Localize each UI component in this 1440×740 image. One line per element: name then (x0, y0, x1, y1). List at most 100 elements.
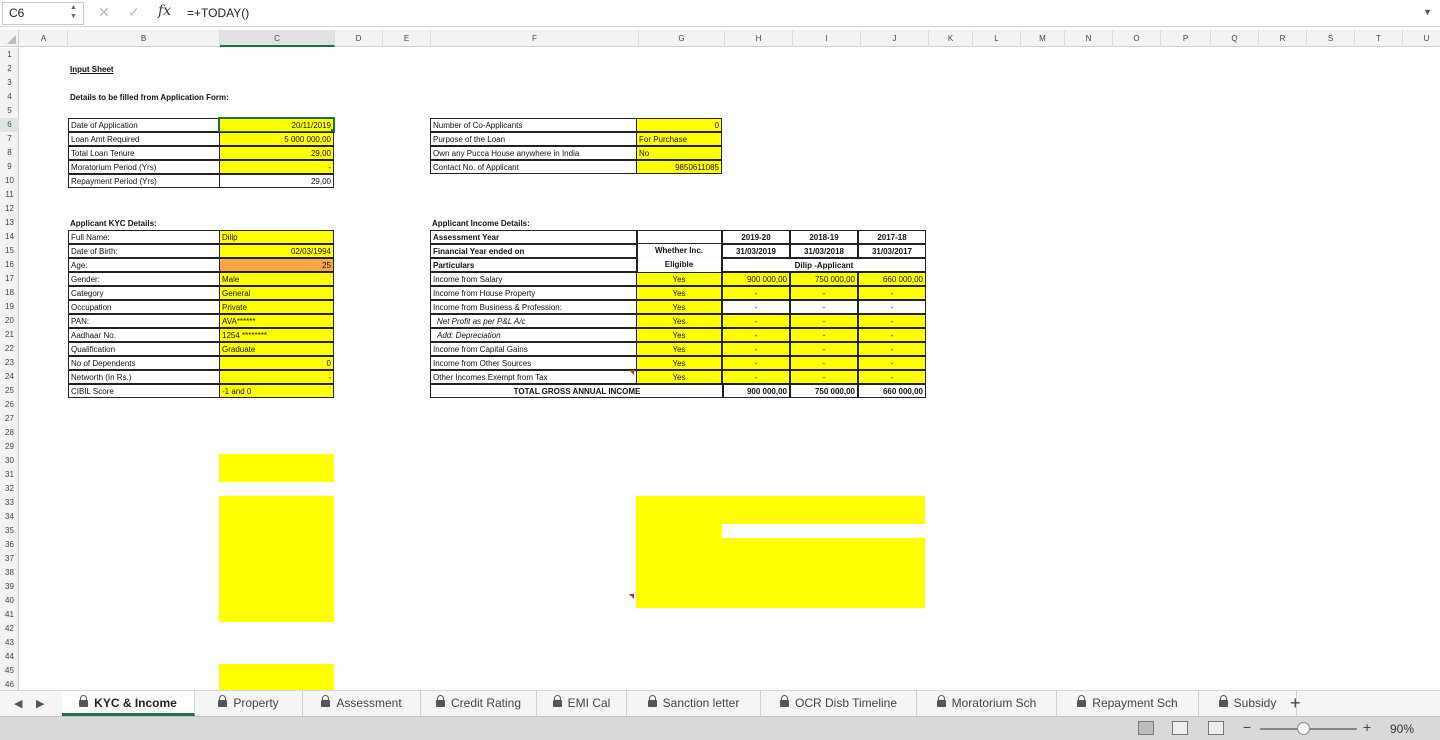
row-header-33[interactable]: 33 (0, 496, 19, 510)
row-header-1[interactable]: 1 (0, 48, 19, 62)
kyc-field-value[interactable]: 1254 ******** (219, 328, 334, 342)
row-header-18[interactable]: 18 (0, 286, 19, 300)
enter-icon[interactable]: ✓ (128, 4, 140, 21)
row-header-36[interactable]: 36 (0, 538, 19, 552)
row-header-25[interactable]: 25 (0, 384, 19, 398)
column-header-h[interactable]: H (725, 30, 793, 47)
sheet-tab[interactable]: Assessment (303, 691, 421, 716)
kyc-field-value[interactable]: AVA****** (219, 314, 334, 328)
page-break-view-icon[interactable] (1208, 721, 1224, 735)
income-value-cell[interactable]: - (858, 286, 926, 300)
row-header-22[interactable]: 22 (0, 342, 19, 356)
row-header-23[interactable]: 23 (0, 356, 19, 370)
column-header-b[interactable]: B (68, 30, 220, 47)
income-value-cell[interactable]: - (790, 314, 858, 328)
zoom-in-button[interactable]: + (1363, 719, 1371, 735)
kyc-field-value[interactable]: Male (219, 272, 334, 286)
row-header-45[interactable]: 45 (0, 664, 19, 678)
income-value-cell[interactable]: 900 000,00 (722, 272, 790, 286)
income-value-cell[interactable]: - (858, 356, 926, 370)
row-header-21[interactable]: 21 (0, 328, 19, 342)
row-header-2[interactable]: 2 (0, 62, 19, 76)
column-header-r[interactable]: R (1259, 30, 1307, 47)
date-of-application-cell[interactable]: 20/11/2019 (218, 117, 335, 133)
income-value-cell[interactable]: - (722, 370, 790, 384)
column-header-c[interactable]: C (220, 30, 335, 47)
sheet-tab[interactable]: Credit Rating (421, 691, 537, 716)
row-header-5[interactable]: 5 (0, 104, 19, 118)
row-header-44[interactable]: 44 (0, 650, 19, 664)
sheet-tab[interactable]: Sanction letter (627, 691, 761, 716)
column-header-j[interactable]: J (861, 30, 929, 47)
row-header-29[interactable]: 29 (0, 440, 19, 454)
sheet-tab[interactable]: Moratorium Sch (917, 691, 1057, 716)
row-header-15[interactable]: 15 (0, 244, 19, 258)
expand-formula-bar-icon[interactable]: ▼ (1423, 7, 1432, 17)
column-header-g[interactable]: G (639, 30, 725, 47)
prev-sheet-icon[interactable]: ◀ (14, 697, 22, 710)
income-value-cell[interactable]: - (722, 356, 790, 370)
column-header-a[interactable]: A (20, 30, 68, 47)
sheet-tab[interactable]: KYC & Income (62, 691, 195, 716)
row-header-31[interactable]: 31 (0, 468, 19, 482)
row-header-20[interactable]: 20 (0, 314, 19, 328)
row-header-35[interactable]: 35 (0, 524, 19, 538)
row-header-13[interactable]: 13 (0, 216, 19, 230)
income-value-cell[interactable]: 660 000,00 (858, 272, 926, 286)
co-applicant-value[interactable]: For Purchase (636, 132, 722, 146)
column-header-i[interactable]: I (793, 30, 861, 47)
income-eligible-cell[interactable]: Yes (636, 286, 722, 300)
income-value-cell[interactable]: - (858, 300, 926, 314)
income-value-cell[interactable]: - (790, 370, 858, 384)
income-value-cell[interactable]: - (790, 356, 858, 370)
kyc-field-value[interactable]: Graduate (219, 342, 334, 356)
income-eligible-cell[interactable]: Yes (636, 300, 722, 314)
kyc-field-value[interactable]: 25 (219, 258, 334, 272)
column-header-d[interactable]: D (335, 30, 383, 47)
column-header-s[interactable]: S (1307, 30, 1355, 47)
income-eligible-cell[interactable]: Yes (636, 342, 722, 356)
next-sheet-icon[interactable]: ▶ (36, 697, 44, 710)
column-header-l[interactable]: L (973, 30, 1021, 47)
row-header-30[interactable]: 30 (0, 454, 19, 468)
column-header-u[interactable]: U (1403, 30, 1440, 47)
column-header-k[interactable]: K (929, 30, 973, 47)
column-header-m[interactable]: M (1021, 30, 1065, 47)
row-header-24[interactable]: 24 (0, 370, 19, 384)
row-header-39[interactable]: 39 (0, 580, 19, 594)
income-eligible-cell[interactable]: Yes (636, 314, 722, 328)
formula-input[interactable]: =+TODAY() (187, 6, 249, 20)
income-eligible-cell[interactable]: Yes (636, 370, 722, 384)
kyc-field-value[interactable]: Private (219, 300, 334, 314)
row-header-27[interactable]: 27 (0, 412, 19, 426)
kyc-field-value[interactable]: 02/03/1994 (219, 244, 334, 258)
income-value-cell[interactable]: 750 000,00 (790, 272, 858, 286)
income-eligible-cell[interactable]: Yes (636, 272, 722, 286)
loan-field-value[interactable]: - (219, 160, 334, 174)
row-header-14[interactable]: 14 (0, 230, 19, 244)
normal-view-icon[interactable] (1138, 721, 1154, 735)
row-header-28[interactable]: 28 (0, 426, 19, 440)
sheet-tab[interactable]: Subsidy (1199, 691, 1297, 716)
row-header-41[interactable]: 41 (0, 608, 19, 622)
income-value-cell[interactable]: - (722, 300, 790, 314)
sheet-tab[interactable]: OCR Disb Timeline (761, 691, 917, 716)
row-header-9[interactable]: 9 (0, 160, 19, 174)
income-value-cell[interactable]: - (790, 328, 858, 342)
co-applicant-value[interactable]: 0 (636, 118, 722, 132)
income-value-cell[interactable]: - (858, 314, 926, 328)
row-header-38[interactable]: 38 (0, 566, 19, 580)
comment-indicator-icon[interactable] (629, 594, 634, 599)
income-value-cell[interactable]: - (722, 342, 790, 356)
cell-grid[interactable]: Input Sheet Details to be filled from Ap… (20, 48, 1440, 690)
co-applicant-value[interactable]: 9850611085 (636, 160, 722, 174)
zoom-slider-thumb[interactable] (1297, 722, 1310, 735)
income-value-cell[interactable]: - (722, 286, 790, 300)
row-header-37[interactable]: 37 (0, 552, 19, 566)
row-header-26[interactable]: 26 (0, 398, 19, 412)
page-layout-view-icon[interactable] (1172, 721, 1188, 735)
select-all-corner[interactable] (0, 30, 19, 47)
row-header-16[interactable]: 16 (0, 258, 19, 272)
zoom-out-button[interactable]: − (1243, 719, 1251, 735)
kyc-field-value[interactable]: General (219, 286, 334, 300)
